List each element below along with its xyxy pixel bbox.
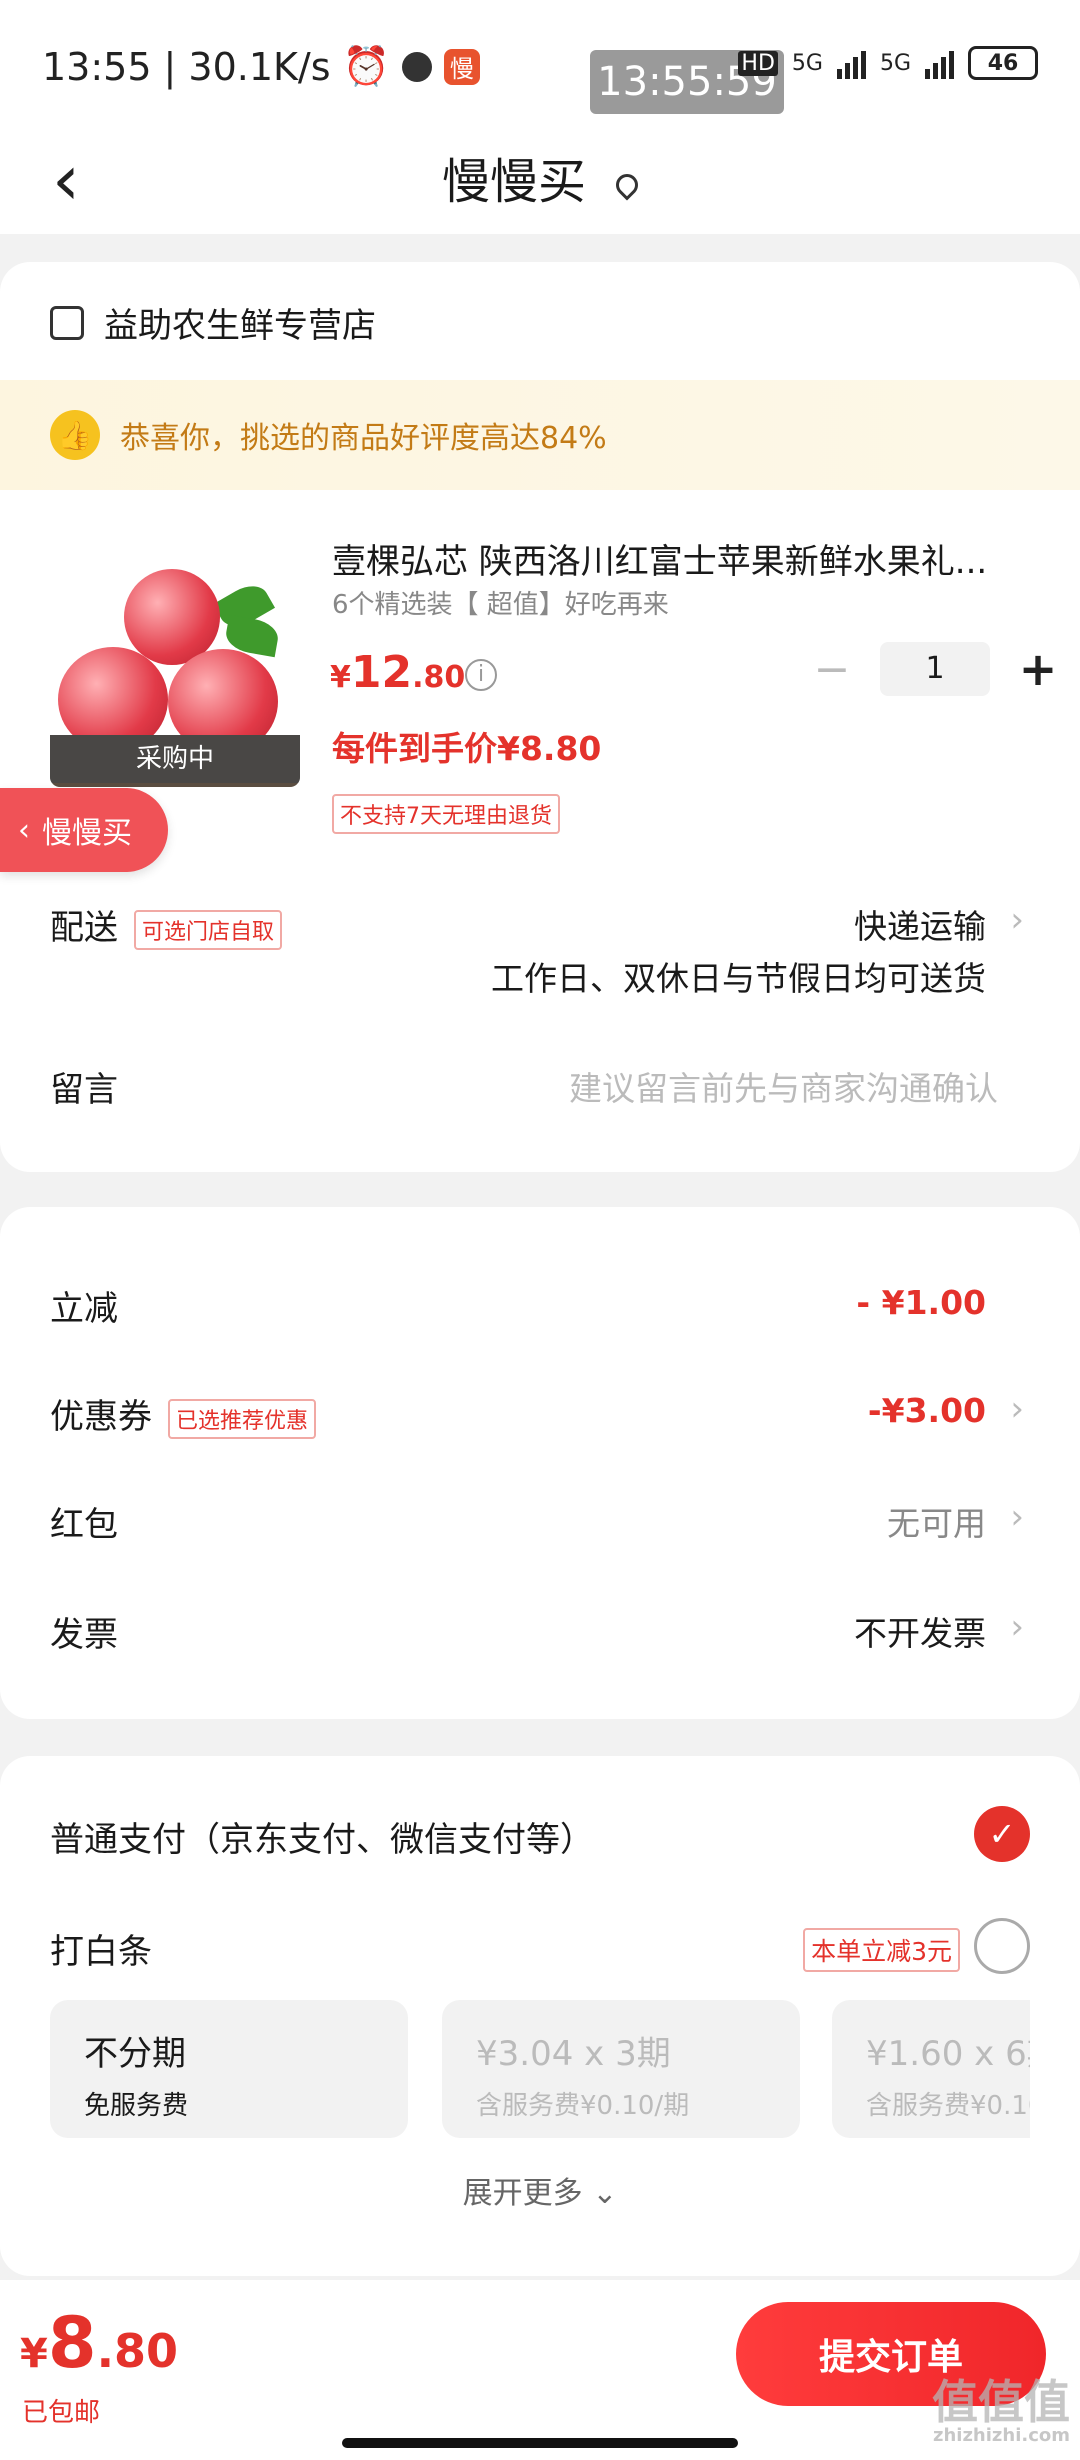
invoice-label: 发票 (50, 1615, 118, 1655)
mmb-float-button[interactable]: ‹ 慢慢买 (0, 788, 168, 872)
product-subtitle: 6个精选装【 超值】好吃再来 (332, 590, 669, 620)
delivery-label: 配送 可选门店自取 (50, 900, 283, 950)
price-info-icon[interactable]: i (465, 659, 497, 691)
chevron-down-icon: ⌄ (592, 2176, 618, 2211)
increase-button[interactable]: + (1018, 642, 1058, 696)
free-shipping-label: 已包邮 (22, 2398, 101, 2428)
installment-clip: ¥1.60 x 6期 含服务费¥0.10/期 (832, 2000, 1030, 2138)
normal-payment-label[interactable]: 普通支付（京东支付、微信支付等） (50, 1812, 594, 1861)
rating-banner-text: 恭喜你，挑选的商品好评度高达84% (120, 421, 607, 456)
store-pickup-tag[interactable]: 可选门店自取 (134, 909, 283, 950)
recommended-coupon-tag: 已选推荐优惠 (168, 1398, 317, 1439)
installment-sub: 含服务费¥0.10/期 (866, 2091, 1030, 2121)
message-label: 留言 (50, 1070, 118, 1110)
signal-icon-2 (925, 47, 954, 79)
coupon-label: 优惠券 已选推荐优惠 (50, 1389, 317, 1439)
unchecked-radio-icon[interactable] (974, 1918, 1030, 1974)
product-image[interactable]: 采购中 (50, 537, 300, 787)
installment-option[interactable]: 不分期 免服务费 (50, 2000, 408, 2138)
baitiao-label[interactable]: 打白条 (50, 1924, 152, 1973)
installment-option[interactable]: ¥1.60 x 6期 含服务费¥0.10/期 (832, 2000, 1030, 2138)
nav-bar: ‹ 慢慢买 (0, 130, 1080, 234)
net-price: 每件到手价¥8.80 (332, 729, 602, 768)
signal-icon-1 (836, 47, 866, 79)
price-dec: .80 (412, 660, 466, 695)
decrease-button[interactable]: − (812, 644, 852, 695)
status-bar: 13:55 | 30.1K/s ⏰ 慢 13:55:59 HD 5G 5G 46 (0, 0, 1080, 130)
installment-sub: 含服务费¥0.10/期 (476, 2091, 690, 2121)
thumbs-up-icon: 👍 (50, 410, 100, 460)
total-symbol: ¥ (20, 2331, 48, 2377)
expand-more-label: 展开更多 (462, 2176, 583, 2211)
watermark-text: 值值值 (932, 2375, 1070, 2429)
chevron-right-icon[interactable]: › (1010, 1607, 1024, 1647)
total-dec: .80 (96, 2324, 179, 2378)
app-dot-icon (401, 51, 432, 82)
store-card: 益助农生鲜专营店 👍 恭喜你，挑选的商品好评度高达84% 采购中 壹棵弘芯 陕西… (0, 262, 1080, 1172)
product-title[interactable]: 壹棵弘芯 陕西洛川红富士苹果新鲜水果礼... (332, 534, 1032, 583)
chevron-right-icon[interactable]: › (1010, 900, 1024, 940)
message-input[interactable]: 建议留言前先与商家沟通确认 (569, 1062, 998, 1110)
no-refund-tag: 不支持7天无理由退货 (332, 794, 560, 834)
network-label-1: 5G (791, 50, 823, 76)
bottom-bar: ¥8.80 已包邮 提交订单 (0, 2280, 1080, 2460)
hd-icon: HD (738, 50, 778, 76)
price-symbol: ¥ (330, 660, 351, 695)
page-title: 慢慢买 (0, 130, 1080, 234)
coupon-label-text: 优惠券 (50, 1397, 152, 1437)
price-int: 12 (350, 647, 413, 698)
chevron-left-icon: ‹ (18, 812, 30, 848)
store-header[interactable]: 益助农生鲜专营店 (50, 298, 376, 347)
invoice-value[interactable]: 不开发票 (854, 1607, 986, 1655)
delivery-note: 工作日、双休日与节假日均可送货 (491, 959, 986, 998)
delivery-label-text: 配送 (50, 908, 118, 948)
product-price: ¥12.80 (330, 647, 465, 698)
float-pill-label: 慢慢买 (42, 816, 132, 851)
page-title-text: 慢慢买 (441, 154, 586, 210)
alarm-icon: ⏰ (342, 44, 390, 88)
watermark-domain: zhizhizhi.com (932, 2425, 1070, 2446)
chevron-right-icon[interactable]: › (1010, 1389, 1024, 1429)
home-indicator[interactable] (342, 2438, 738, 2448)
checkmark-icon[interactable]: ✓ (974, 1806, 1030, 1862)
status-left: 13:55 | 30.1K/s ⏰ 慢 (42, 44, 480, 89)
app-badge-icon: 慢 (443, 48, 480, 85)
location-pin-icon[interactable] (611, 169, 643, 201)
rating-banner: 👍 恭喜你，挑选的商品好评度高达84% (0, 380, 1080, 490)
store-name: 益助农生鲜专营店 (104, 306, 376, 346)
total-price: ¥8.80 (20, 2302, 178, 2384)
red-packet-label: 红包 (50, 1505, 118, 1545)
expand-more-button[interactable]: 展开更多 ⌄ (0, 2168, 1080, 2212)
status-right: HD 5G 5G 46 (738, 46, 1038, 80)
red-packet-value[interactable]: 无可用 (887, 1497, 986, 1545)
instant-discount-label: 立减 (50, 1289, 118, 1329)
network-label-2: 5G (879, 50, 911, 76)
quantity-value[interactable]: 1 (880, 642, 990, 696)
quantity-stepper: − 1 + (812, 642, 1058, 696)
installment-title: ¥3.04 x 3期 (476, 2034, 671, 2074)
store-icon (50, 305, 84, 340)
instant-discount-value: - ¥1.00 (856, 1283, 986, 1322)
discount-card: 立减 - ¥1.00 优惠券 已选推荐优惠 -¥3.00 › 红包 无可用 › 发… (0, 1207, 1080, 1719)
installment-option[interactable]: ¥3.04 x 3期 含服务费¥0.10/期 (442, 2000, 800, 2138)
total-int: 8 (47, 2302, 97, 2384)
purchasing-tag: 采购中 (50, 735, 300, 783)
installment-title: ¥1.60 x 6期 (866, 2034, 1030, 2074)
installment-sub: 免服务费 (84, 2091, 189, 2121)
delivery-method[interactable]: 快递运输 (854, 900, 986, 948)
status-time: 13:55 (42, 44, 152, 89)
installment-title: 不分期 (84, 2034, 186, 2074)
net-speed: | 30.1K/s (163, 44, 331, 89)
chevron-right-icon[interactable]: › (1010, 1497, 1024, 1537)
watermark-logo: 值值值 zhizhizhi.com (932, 2378, 1070, 2446)
baitiao-discount-tag: 本单立减3元 (803, 1928, 960, 1972)
battery-icon: 46 (968, 46, 1038, 80)
coupon-value[interactable]: -¥3.00 (868, 1391, 986, 1430)
